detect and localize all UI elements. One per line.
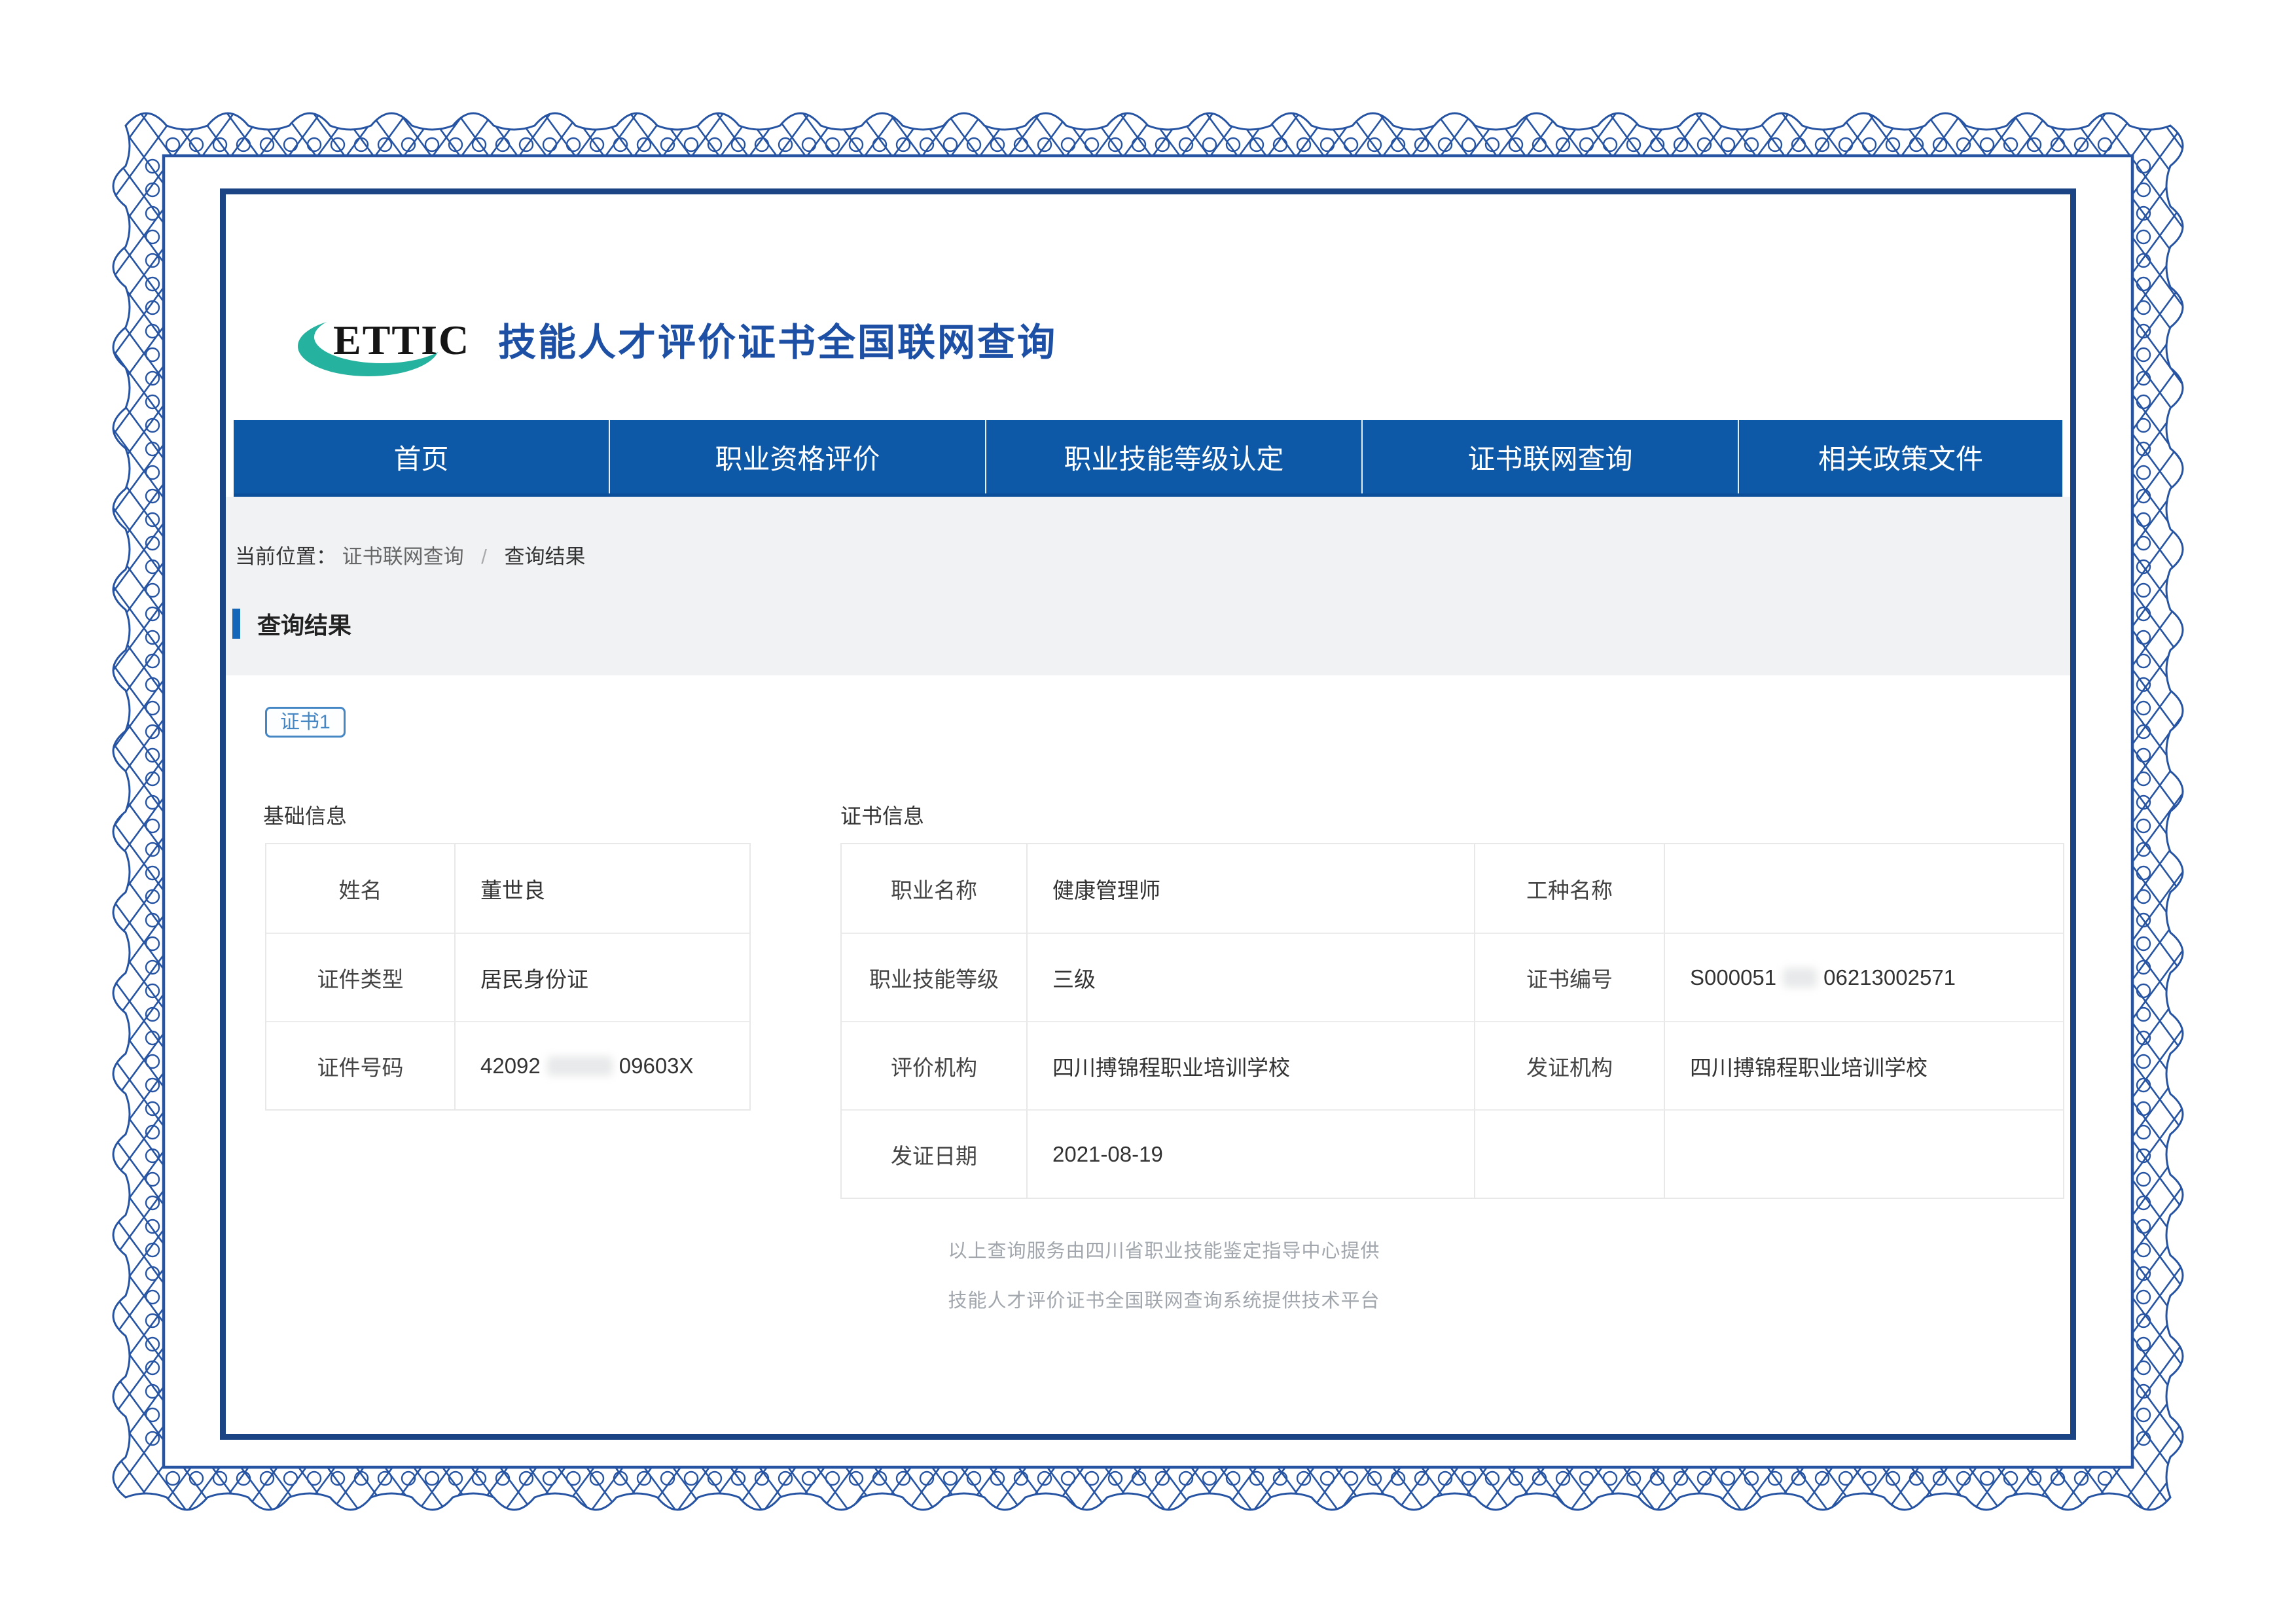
breadcrumb-current: 查询结果 (505, 545, 586, 568)
cert-row3-issuing-org-value: 四川搏锦程职业培训学校 (1664, 1021, 2063, 1109)
section-header: 查询结果 (232, 607, 351, 641)
site-header: ETTIC 技能人才评价证书全国联网查询 (226, 194, 2070, 420)
nav-item-home[interactable]: 首页 (234, 420, 609, 493)
cert-info-heading: 证书信息 (840, 800, 924, 830)
cert-row4-empty-label (1474, 1109, 1664, 1198)
basic-row-idnumber-label: 证件号码 (266, 1021, 454, 1109)
cert-row2-cert-number-label: 证书编号 (1474, 933, 1664, 1021)
main-nav: 首页 职业资格评价 职业技能等级认定 证书联网查询 相关政策文件 (234, 420, 2062, 497)
cert-row4-issue-date-value: 2021-08-19 (1026, 1109, 1474, 1198)
basic-row-name-value: 董世良 (454, 844, 749, 933)
cert-number-prefix: S000051 (1690, 965, 1776, 990)
cert-row1-occupation-value: 健康管理师 (1026, 844, 1474, 933)
cert-row1-worktype-label: 工种名称 (1474, 844, 1664, 933)
cert-row2-skill-level-label: 职业技能等级 (842, 933, 1026, 1021)
cert-row4-issue-date-label: 发证日期 (842, 1109, 1026, 1198)
basic-info-table: 姓名 董世良 证件类型 居民身份证 证件号码 42092 09603X (265, 843, 751, 1111)
basic-info-heading: 基础信息 (263, 800, 347, 830)
breadcrumb-link-certificate-query[interactable]: 证书联网查询 (342, 545, 464, 568)
basic-row-idtype-value: 居民身份证 (454, 933, 749, 1021)
id-number-masked-area (547, 1056, 613, 1076)
section-title: 查询结果 (257, 607, 351, 641)
cert-row4-empty-value (1664, 1109, 2063, 1198)
cert-row2-cert-number-value: S000051 06213002571 (1664, 933, 2063, 1021)
ettic-crescent-icon: ETTIC (296, 313, 499, 385)
breadcrumb-separator: / (481, 545, 487, 568)
logo-text: ETTIC (333, 317, 470, 363)
footer-line-2: 技能人才评价证书全国联网查询系统提供技术平台 (265, 1285, 2063, 1313)
id-number-suffix: 09603X (619, 1054, 694, 1079)
basic-row-name-label: 姓名 (266, 844, 454, 933)
breadcrumb: 当前位置： 证书联网查询 / 查询结果 (235, 540, 586, 569)
cert-number-masked-area (1783, 968, 1817, 988)
ettic-logo: ETTIC (296, 313, 499, 385)
cert-info-table: 职业名称 健康管理师 工种名称 职业技能等级 三级 证书编号 S000051 0… (840, 843, 2064, 1199)
section-accent-bar (232, 609, 240, 639)
nav-item-certificate-query[interactable]: 证书联网查询 (1361, 420, 1738, 493)
page-title: 技能人才评价证书全国联网查询 (498, 307, 1057, 379)
id-number-prefix: 42092 (480, 1054, 541, 1079)
cert-row1-worktype-value (1664, 844, 2063, 933)
nav-item-vocational-qualification[interactable]: 职业资格评价 (609, 420, 985, 493)
results-panel: 证书1 基础信息 证书信息 姓名 董世良 证件类型 居民身份证 证件号码 420… (226, 675, 2070, 1434)
footer-line-1: 以上查询服务由四川省职业技能鉴定指导中心提供 (265, 1236, 2063, 1263)
cert-row3-evaluating-org-value: 四川搏锦程职业培训学校 (1026, 1021, 1474, 1109)
basic-row-idtype-label: 证件类型 (266, 933, 454, 1021)
content-area: ETTIC 技能人才评价证书全国联网查询 首页 职业资格评价 职业技能等级认定 … (226, 194, 2070, 1434)
nav-item-skill-level-certification[interactable]: 职业技能等级认定 (985, 420, 1361, 493)
cert-row3-evaluating-org-label: 评价机构 (842, 1021, 1026, 1109)
certificate-tab-1[interactable]: 证书1 (265, 707, 346, 738)
cert-number-suffix: 06213002571 (1823, 965, 1956, 990)
certificate-query-page: { "brand": { "logo_text": "ETTIC", "titl… (0, 0, 2296, 1623)
cert-row1-occupation-label: 职业名称 (842, 844, 1026, 933)
cert-row2-skill-level-value: 三级 (1026, 933, 1474, 1021)
cert-row3-issuing-org-label: 发证机构 (1474, 1021, 1664, 1109)
service-provider-footer: 以上查询服务由四川省职业技能鉴定指导中心提供 技能人才评价证书全国联网查询系统提… (265, 1236, 2063, 1335)
sub-header-band: 当前位置： 证书联网查询 / 查询结果 查询结果 (226, 497, 2070, 675)
nav-item-policy-documents[interactable]: 相关政策文件 (1738, 420, 2062, 493)
basic-row-idnumber-value: 42092 09603X (454, 1021, 749, 1109)
breadcrumb-prefix: 当前位置： (235, 545, 336, 568)
